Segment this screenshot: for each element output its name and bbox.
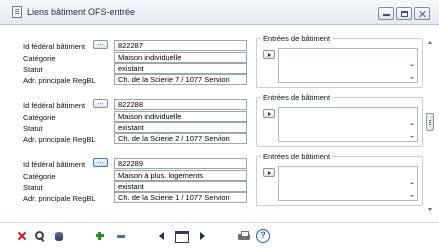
minimize-button[interactable] [378,7,394,20]
entries-list[interactable] [278,107,418,142]
federal-id-lookup-button[interactable]: ... [93,99,108,108]
print-icon[interactable] [238,230,250,242]
federal-id-field[interactable]: 822287 [114,40,247,51]
remove-icon[interactable] [115,230,127,242]
federal-id-label: Id fédéral bâtiment [23,101,86,110]
category-field[interactable]: Maison individuelle [114,111,247,122]
scroll-down-arrow-icon[interactable] [428,208,432,211]
category-field[interactable]: Maison individuelle [114,52,247,63]
federal-id-label: Id fédéral bâtiment [23,160,86,169]
status-label: Statut [23,183,43,192]
status-label: Statut [23,65,43,74]
previous-record-icon[interactable] [156,230,168,242]
building-entries-title: Entrées de bâtiment [261,93,333,102]
address-label: Adr. principale RegBL [23,135,96,144]
federal-id-field[interactable]: 822288 [114,99,247,110]
minimize-icon [383,11,390,16]
building-record: Id fédéral bâtiment ... 822288 Catégorie… [16,92,424,147]
federal-id-lookup-button[interactable]: ... [93,158,108,167]
building-entries-group: Entrées de bâtiment [256,34,423,88]
add-entry-button[interactable] [263,168,275,177]
status-field[interactable]: existant [114,63,247,74]
delete-icon[interactable] [16,230,28,242]
status-field[interactable]: existant [114,122,247,133]
scroll-up-arrow-icon[interactable] [428,41,432,44]
entries-list[interactable] [278,48,418,83]
next-record-icon[interactable] [196,230,208,242]
scroll-down-icon[interactable] [410,136,414,138]
status-field[interactable]: existant [114,181,247,192]
status-label: Statut [23,124,43,133]
category-label: Catégorie [23,113,56,122]
federal-id-label: Id fédéral bâtiment [23,42,86,51]
maximize-icon [401,11,408,17]
document-icon [12,6,22,18]
building-entries-group: Entrées de bâtiment [256,93,423,147]
address-label: Adr. principale RegBL [23,194,96,203]
maximize-button[interactable] [396,7,412,20]
scroll-up-icon[interactable] [410,182,414,184]
scroll-down-icon[interactable] [410,77,414,79]
building-record: Id fédéral bâtiment ... 822289 Catégorie… [16,151,424,206]
database-icon[interactable] [53,230,65,242]
building-record: Id fédéral bâtiment ... 822287 Catégorie… [16,33,424,88]
title-bar: Liens bâtiment OFS-entrée [0,0,439,25]
scroll-up-icon[interactable] [410,64,414,66]
address-field[interactable]: Ch. de la Scierie 2 / 1077 Servion [114,133,247,144]
category-label: Catégorie [23,172,56,181]
add-icon[interactable] [94,230,106,242]
table-view-icon[interactable] [175,230,189,243]
add-entry-button[interactable] [263,50,275,59]
address-field[interactable]: Ch. de la Scierie 7 / 1077 Servion [114,74,247,85]
add-entry-button[interactable] [263,109,275,118]
federal-id-lookup-button[interactable]: ... [93,40,108,49]
scrollbar-thumb[interactable] [426,113,434,131]
category-label: Catégorie [23,54,56,63]
entries-list[interactable] [278,166,418,201]
address-field[interactable]: Ch. de la Scierie 1 / 1077 Servion [114,192,247,203]
scroll-up-icon[interactable] [410,123,414,125]
vertical-scrollbar[interactable] [426,33,435,218]
close-icon [419,11,426,17]
address-label: Adr. principale RegBL [23,76,96,85]
federal-id-field[interactable]: 822289 [114,158,247,169]
building-entries-title: Entrées de bâtiment [261,152,333,161]
building-entries-group: Entrées de bâtiment [256,152,423,206]
category-field[interactable]: Maison à plus. logements [114,170,247,181]
window-title: Liens bâtiment OFS-entrée [27,7,136,17]
search-icon[interactable] [34,230,46,242]
help-icon[interactable] [256,229,270,243]
building-entries-title: Entrées de bâtiment [261,34,333,43]
close-button[interactable] [414,7,430,20]
bottom-toolbar [0,222,439,249]
scroll-down-icon[interactable] [410,195,414,197]
records-panel: Id fédéral bâtiment ... 822287 Catégorie… [16,33,424,218]
